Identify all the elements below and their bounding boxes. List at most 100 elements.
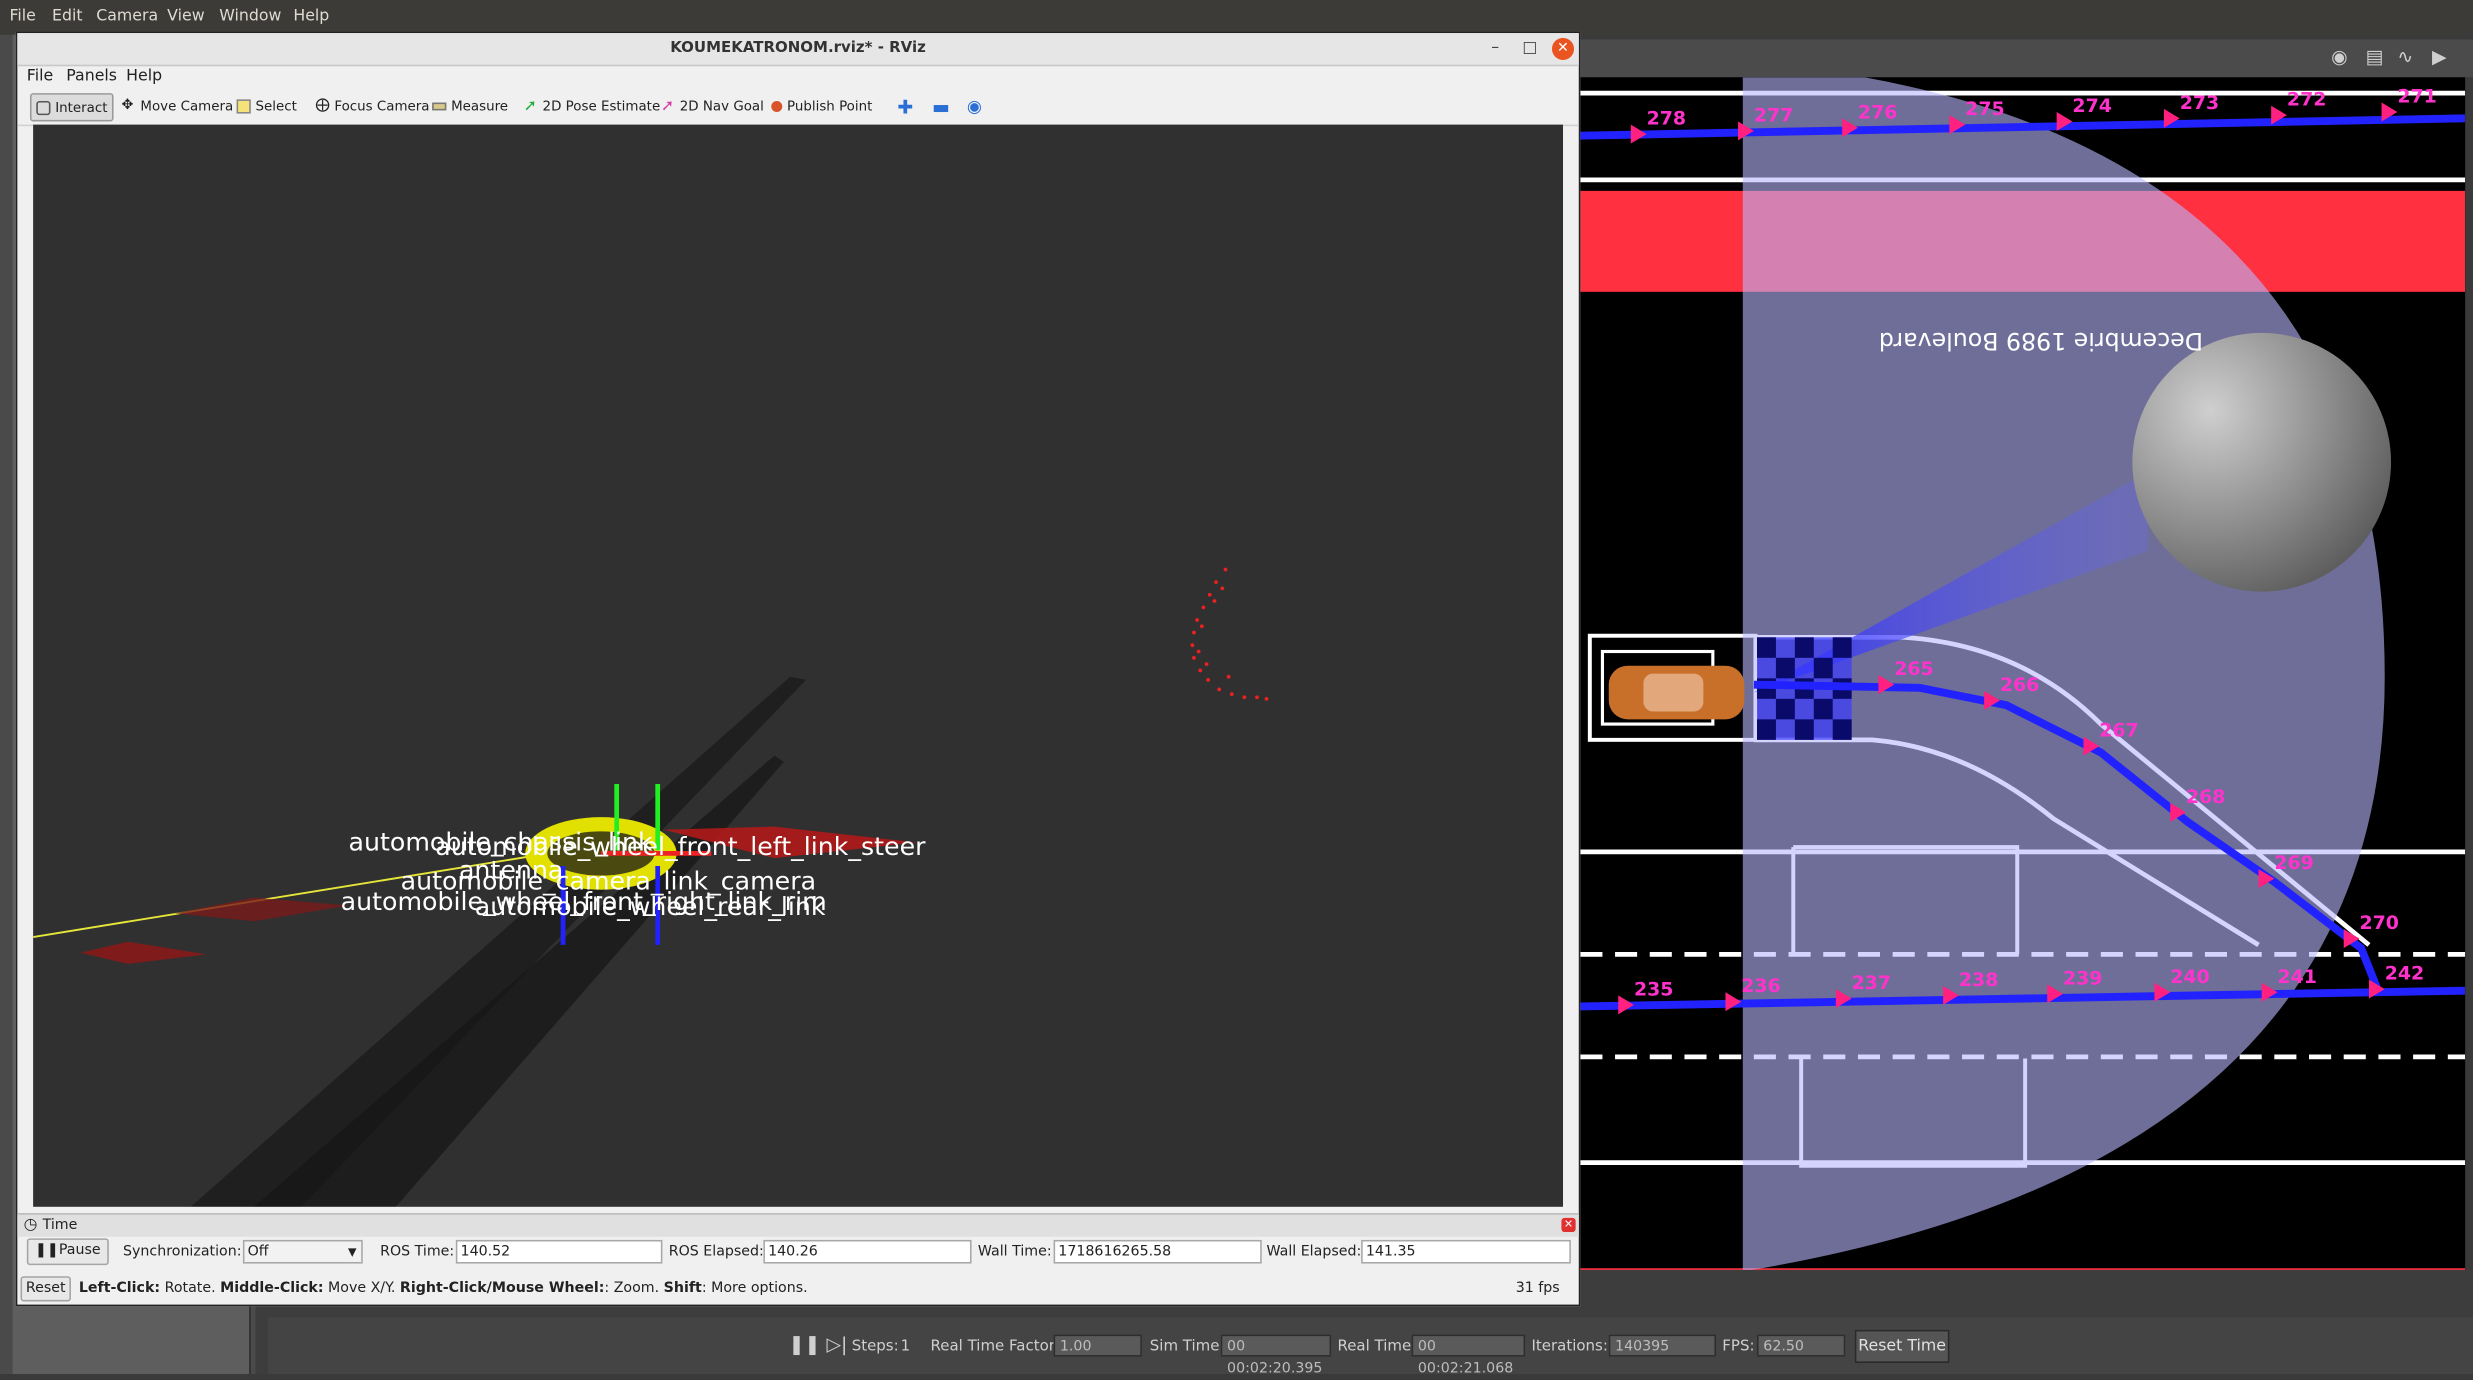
help-shift-text: : More options. (701, 1280, 808, 1297)
rviz-3d-viewport[interactable]: automobile_chassis_link automobile_camer… (33, 124, 1564, 1207)
bottom-lane-node-label: 239 (2063, 967, 2102, 989)
gz-menu-window[interactable]: Window (219, 8, 281, 25)
tool-focus-camera-label: Focus Camera (334, 99, 430, 116)
screenshot-icon[interactable]: ◉ (2331, 46, 2348, 68)
remove-tool-icon[interactable]: ▬ (932, 93, 950, 121)
top-lane-node-label: 275 (1965, 98, 2004, 120)
bottom-lane-node-label: 241 (2277, 966, 2316, 988)
add-tool-icon[interactable]: ✚ (897, 93, 913, 121)
minimize-icon[interactable]: – (1484, 38, 1506, 60)
rviz-menubar: File Panels Help (17, 65, 1578, 90)
tool-publish-point[interactable]: Publish Point (771, 93, 872, 121)
pin-icon (771, 100, 783, 113)
tool-select-label: Select (255, 99, 297, 116)
wall-time-label: Wall Time: (977, 1244, 1052, 1261)
gz-menu-camera[interactable]: Camera (96, 8, 158, 25)
ros-elapsed-label: ROS Elapsed: (668, 1244, 764, 1261)
focus-icon: ⨁ (315, 97, 330, 114)
help-middle-click-text: Move X/Y. (323, 1280, 400, 1297)
time-panel-row: ❚❚Pause Synchronization: Off ▼ ROS Time:… (17, 1235, 1578, 1270)
select-icon (236, 99, 251, 114)
ruler-icon (432, 102, 447, 111)
tool-2d-pose-estimate[interactable]: ➚ 2D Pose Estimate (524, 93, 661, 121)
bottom-lane-node-label: 242 (2385, 963, 2424, 985)
tool-select[interactable]: Select (236, 93, 297, 121)
ros-time-field[interactable]: 140.52 (455, 1239, 663, 1264)
fps-field: 62.50 (1757, 1334, 1846, 1357)
maximize-icon[interactable]: □ (1519, 38, 1541, 60)
sync-value: Off (247, 1244, 269, 1261)
tool-move-camera[interactable]: ✥ Move Camera (121, 93, 233, 121)
close-icon[interactable]: ✕ (1551, 37, 1575, 60)
sync-select[interactable]: Off ▼ (242, 1239, 363, 1264)
curve-node-label: 266 (2000, 674, 2039, 696)
iterations-label: Iterations: (1531, 1337, 1608, 1356)
ros-time-label: ROS Time: (380, 1244, 455, 1261)
time-panel-title: Time (42, 1217, 78, 1234)
laser-scan-points (1190, 567, 1269, 701)
help-left-click-text: Rotate. (160, 1280, 221, 1297)
step-icon[interactable]: ▷| (826, 1333, 847, 1355)
curve-node-label: 270 (2359, 912, 2398, 934)
gz-menu-help[interactable]: Help (293, 8, 329, 25)
ros-elapsed-field[interactable]: 140.26 (763, 1239, 972, 1264)
tool-publish-point-label: Publish Point (787, 99, 873, 116)
gazebo-3d-view[interactable]: Decembrie 1989 Boulevard 278 277 276 275 274… (1580, 77, 2466, 1272)
move-icon: ✥ (121, 97, 134, 114)
pause-icon[interactable]: ❚❚ (789, 1333, 821, 1355)
pose-arrow-icon: ➚ (523, 97, 537, 116)
tool-focus-camera[interactable]: ⨁ Focus Camera (315, 93, 429, 121)
bottom-lane-node-label: 235 (1634, 978, 1673, 1000)
fps-label: FPS: (1722, 1337, 1755, 1356)
time-panel-header: ◷ Time ✕ (17, 1213, 1579, 1237)
iterations-field: 140395 (1608, 1334, 1716, 1357)
reset-button[interactable]: Reset (20, 1276, 71, 1302)
sim-time-label: Sim Time: (1149, 1337, 1225, 1356)
tool-interact-label: Interact (55, 100, 108, 117)
rviz-status-bar: Reset Left-Click: Rotate. Middle-Click: … (17, 1273, 1578, 1305)
real-time-label: Real Time: (1337, 1337, 1417, 1356)
help-shift-key: Shift (663, 1280, 702, 1297)
rviz-titlebar: KOUMEKATRONOM.rviz* - RViz – □ ✕ (17, 33, 1579, 67)
gz-menu-file[interactable]: File (9, 8, 35, 25)
menu-help[interactable]: Help (126, 68, 162, 85)
nav-arrow-icon: ➚ (660, 97, 675, 116)
help-right-click-text: : Zoom. (604, 1280, 664, 1297)
menu-file[interactable]: File (27, 68, 53, 85)
tool-properties-icon[interactable]: ◉ (967, 93, 982, 121)
tool-interact[interactable]: Interact (29, 93, 114, 122)
top-lane-node-label: 274 (2072, 95, 2111, 117)
hand-icon (36, 100, 51, 116)
close-panel-icon[interactable]: ✕ (1561, 1217, 1576, 1233)
menu-panels[interactable]: Panels (66, 68, 117, 85)
steps-value[interactable]: 1 (901, 1338, 911, 1355)
rviz-toolbar: Interact ✥ Move Camera Select ⨁ Focus Came… (17, 90, 1579, 127)
plot-icon[interactable]: ∿ (2397, 46, 2413, 68)
tf-label: automobile_wheel_rear_link (474, 891, 826, 922)
top-lane-node-label: 278 (1647, 108, 1686, 130)
tool-nav-goal-label: 2D Nav Goal (679, 99, 764, 116)
help-left-click-key: Left-Click: (78, 1280, 161, 1297)
wall-time-field[interactable]: 1718616265.58 (1053, 1239, 1262, 1264)
bottom-lane-node-label: 237 (1852, 972, 1891, 994)
log-icon[interactable]: ▤ (2366, 46, 2384, 68)
top-lane-node-label: 276 (1858, 101, 1897, 123)
reset-time-button[interactable]: Reset Time (1854, 1329, 1950, 1363)
curve-node-label: 269 (2274, 852, 2313, 874)
wall-elapsed-label: Wall Elapsed: (1266, 1244, 1362, 1261)
wall-elapsed-field[interactable]: 141.35 (1361, 1239, 1571, 1264)
video-icon[interactable]: ▶ (2432, 46, 2447, 68)
rviz-window: KOUMEKATRONOM.rviz* - RViz – □ ✕ File Pa… (15, 31, 1581, 1307)
gz-menu-view[interactable]: View (167, 8, 204, 25)
top-lane-node-label: 272 (2287, 89, 2326, 111)
sync-label: Synchronization: (123, 1244, 242, 1261)
top-lane-node-label: 271 (2397, 86, 2436, 108)
tool-2d-nav-goal[interactable]: ➚ 2D Nav Goal (661, 93, 764, 121)
gz-menu-edit[interactable]: Edit (52, 8, 83, 25)
pause-button[interactable]: ❚❚Pause (26, 1238, 109, 1266)
help-middle-click-key: Middle-Click: (220, 1280, 324, 1297)
tool-measure[interactable]: Measure (432, 93, 508, 121)
pause-label: Pause (58, 1243, 101, 1259)
gazebo-scene: Decembrie 1989 Boulevard 278 277 276 275 274… (1580, 77, 2466, 1272)
tool-move-camera-label: Move Camera (140, 99, 234, 116)
